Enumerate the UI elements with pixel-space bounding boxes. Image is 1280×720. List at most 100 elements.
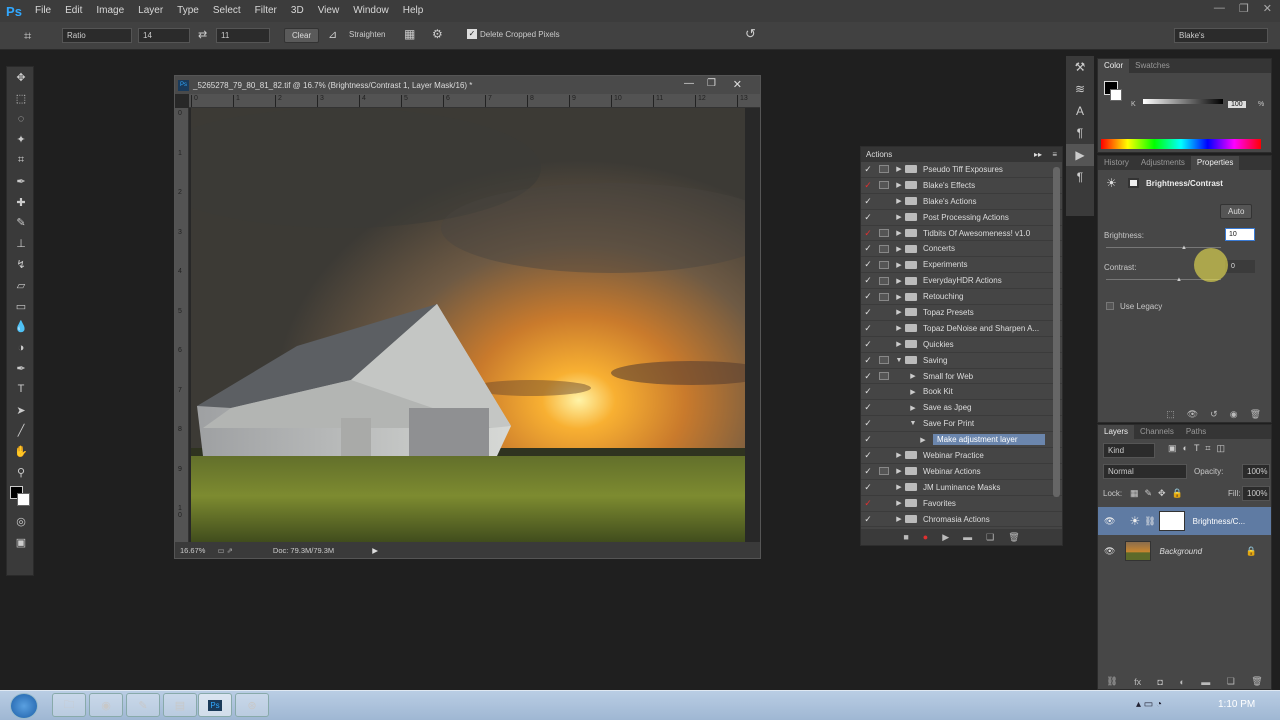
tray-icons[interactable]: ▴ ▭ ◔ [1136, 699, 1162, 710]
dialog-toggle[interactable] [879, 356, 889, 365]
expand-arrow-right-icon[interactable]: ▶ [893, 515, 905, 523]
expand-arrow-right-icon[interactable]: ▶ [893, 324, 905, 332]
clone-stamp-tool-icon[interactable]: ⊥ [7, 233, 35, 254]
action-toggle-checkmark[interactable]: ✓ [861, 243, 875, 254]
workspace-select[interactable]: Blake's [1174, 28, 1268, 43]
action-row[interactable]: ✓ ▶ Save as Jpeg [861, 400, 1062, 417]
dialog-toggle[interactable] [879, 213, 889, 221]
action-row[interactable]: ✓ ▶ Quickies [861, 337, 1062, 353]
lasso-tool-icon[interactable]: ◌ [7, 109, 35, 130]
actions-tab[interactable]: Actions [866, 150, 892, 159]
dialog-toggle[interactable] [879, 308, 889, 316]
expand-arrow-down-icon[interactable]: ▼ [907, 420, 919, 427]
overlay-grid-icon[interactable]: ▦ [404, 27, 415, 41]
dialog-toggle[interactable] [879, 436, 889, 444]
expand-arrow-right-icon[interactable]: ▶ [893, 499, 905, 507]
fill-input[interactable]: 100% [1242, 486, 1270, 501]
menu-view[interactable]: View [311, 0, 347, 22]
history-brush-tool-icon[interactable]: ↯ [7, 254, 35, 275]
k-slider[interactable] [1143, 99, 1223, 104]
marquee-tool-icon[interactable]: ⬚ [7, 88, 35, 109]
expand-arrow-right-icon[interactable]: ▶ [893, 181, 905, 189]
action-toggle-checkmark[interactable]: ✓ [861, 514, 875, 525]
dialog-toggle[interactable] [879, 244, 889, 253]
action-toggle-checkmark[interactable]: ✓ [861, 434, 875, 445]
quick-mask-icon[interactable]: ◎ [7, 511, 35, 532]
layer-row-background[interactable]: 👁 Background 🔒 [1098, 537, 1271, 565]
reset-icon[interactable]: ↺ [745, 26, 756, 42]
expand-arrow-right-icon[interactable]: ▶ [893, 261, 905, 269]
expand-arrow-right-icon[interactable]: ▶ [893, 213, 905, 221]
close-button[interactable]: ✕ [1263, 2, 1272, 15]
action-toggle-checkmark[interactable]: ✓ [861, 482, 875, 493]
photoshop-taskbar-icon[interactable]: Ps [198, 693, 232, 717]
app-taskbar-icon[interactable]: ✎ [126, 693, 160, 717]
type-tool-icon[interactable]: T [7, 379, 35, 400]
layer-name-background[interactable]: Background [1159, 547, 1202, 556]
reset-adjustment-icon[interactable]: ↺ [1210, 409, 1218, 420]
new-set-icon[interactable]: ▬ [963, 532, 972, 542]
layer-filter-kind[interactable]: Kind [1103, 443, 1155, 458]
delete-layer-icon[interactable]: 🗑 [1251, 676, 1262, 687]
action-toggle-checkmark[interactable]: ✓ [861, 164, 875, 175]
dialog-toggle[interactable] [879, 483, 889, 491]
action-row[interactable]: ✓ ▶ Blake's Actions [861, 194, 1062, 210]
use-legacy-checkbox[interactable] [1106, 302, 1114, 310]
action-row[interactable]: ✓ ▼ Saving [861, 353, 1062, 369]
k-value[interactable]: 100 [1228, 101, 1246, 108]
paragraph-styles-icon[interactable]: ¶ [1066, 166, 1094, 188]
background-thumbnail[interactable] [1125, 541, 1152, 561]
layer-row-adjustment[interactable]: 👁 ☀ ⛓ Brightness/C... [1098, 507, 1271, 535]
action-toggle-checkmark[interactable]: ✓ [861, 228, 875, 239]
dialog-toggle[interactable] [879, 340, 889, 348]
dialog-toggle[interactable] [879, 292, 889, 301]
spot-heal-tool-icon[interactable]: ✚ [7, 192, 35, 213]
ratio-select[interactable]: Ratio [62, 28, 132, 43]
crop-tool-icon[interactable]: ⌗ [24, 28, 31, 44]
tab-paths[interactable]: Paths [1180, 425, 1212, 439]
action-toggle-checkmark[interactable]: ✓ [861, 450, 875, 461]
expand-arrow-right-icon[interactable]: ▶ [907, 404, 919, 412]
delete-adjustment-icon[interactable]: 🗑 [1250, 409, 1261, 420]
paragraph-icon[interactable]: ¶ [1066, 122, 1094, 144]
action-toggle-checkmark[interactable]: ✓ [861, 307, 875, 318]
lock-icons[interactable]: ▦✎✥🔒 [1130, 488, 1189, 499]
dialog-toggle[interactable] [879, 229, 889, 237]
straighten-icon[interactable]: ⊿ [328, 28, 337, 41]
menu-image[interactable]: Image [89, 0, 131, 22]
add-mask-icon[interactable]: ◘ [1158, 677, 1163, 687]
expand-arrow-right-icon[interactable]: ▶ [893, 245, 905, 253]
brush-settings-icon[interactable]: ≋ [1066, 78, 1094, 100]
clip-to-layer-icon[interactable]: ⬚ [1166, 409, 1175, 420]
action-toggle-checkmark[interactable]: ✓ [861, 466, 875, 477]
tool-presets-icon[interactable]: ⚒ [1066, 56, 1094, 78]
expand-arrow-right-icon[interactable]: ▶ [917, 436, 929, 444]
expand-arrow-right-icon[interactable]: ▶ [893, 293, 905, 301]
dialog-toggle[interactable] [879, 404, 889, 412]
menu-3d[interactable]: 3D [284, 0, 311, 22]
crop-width-input[interactable]: 14 [138, 28, 190, 43]
expand-arrow-right-icon[interactable]: ▶ [893, 277, 905, 285]
dialog-toggle[interactable] [879, 499, 889, 507]
panel-collapse-icon[interactable]: ▸▸ [1034, 150, 1042, 159]
minimize-button[interactable]: — [1214, 2, 1225, 15]
tab-channels[interactable]: Channels [1134, 425, 1180, 439]
crop-height-input[interactable]: 11 [216, 28, 270, 43]
action-row[interactable]: ✓ ▼ Save For Print [861, 416, 1062, 433]
expand-arrow-right-icon[interactable]: ▶ [893, 308, 905, 316]
action-toggle-checkmark[interactable]: ✓ [861, 291, 875, 302]
dialog-toggle[interactable] [879, 324, 889, 332]
action-toggle-checkmark[interactable]: ✓ [861, 355, 875, 366]
menu-filter[interactable]: Filter [248, 0, 284, 22]
dialog-toggle[interactable] [879, 372, 889, 381]
auto-button[interactable]: Auto [1220, 204, 1253, 219]
status-icons[interactable]: ▭ ⇗ [217, 546, 232, 555]
action-toggle-checkmark[interactable]: ✓ [861, 196, 875, 207]
action-toggle-checkmark[interactable]: ✓ [861, 180, 875, 191]
line-tool-icon[interactable]: ╱ [7, 421, 35, 442]
quick-select-tool-icon[interactable]: ✦ [7, 129, 35, 150]
expand-arrow-right-icon[interactable]: ▶ [907, 372, 919, 380]
new-layer-icon[interactable]: ❑ [1227, 676, 1235, 687]
explorer-taskbar-icon[interactable]: 🗀 [52, 693, 86, 717]
contrast-input[interactable]: 0 [1225, 260, 1255, 273]
